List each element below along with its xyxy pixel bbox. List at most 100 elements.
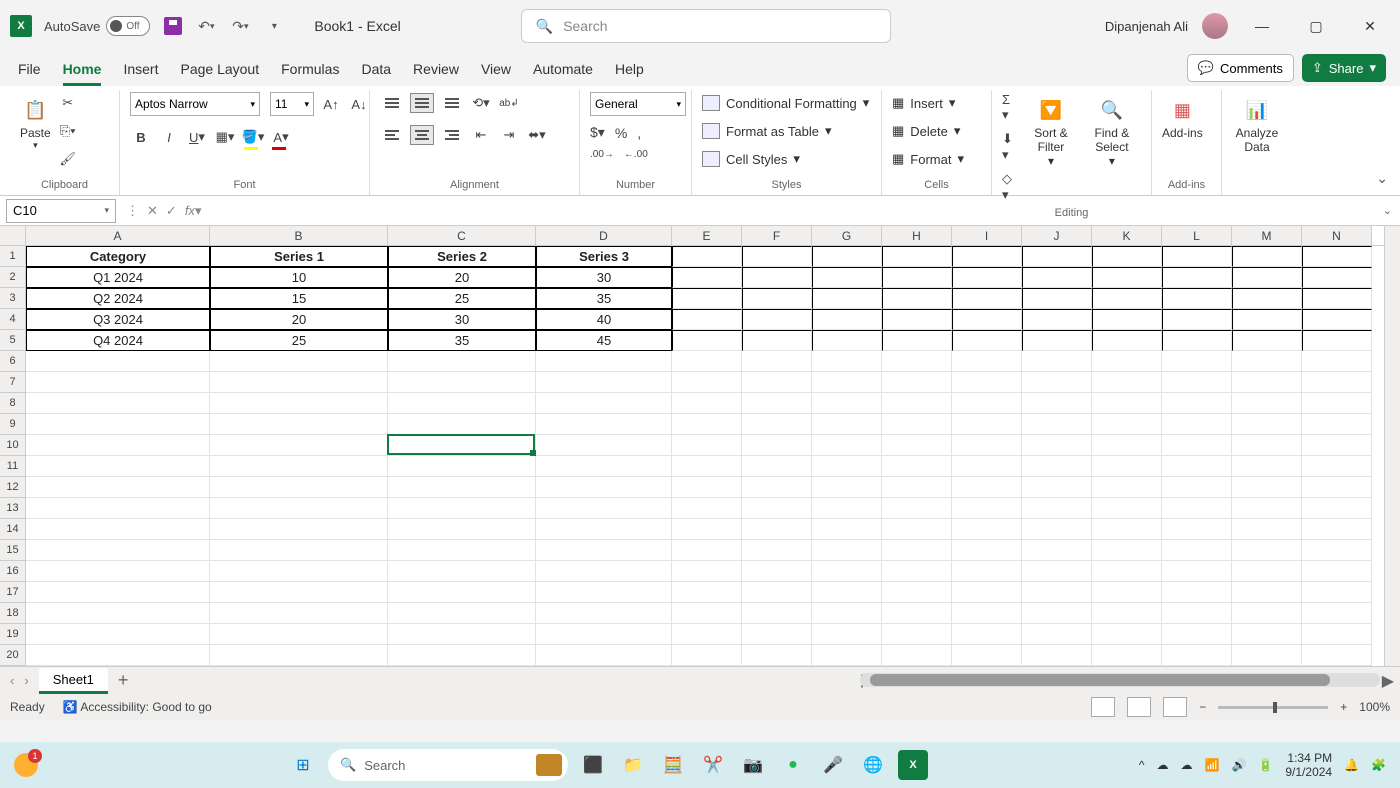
cell[interactable] (388, 351, 536, 372)
cell[interactable] (1302, 603, 1372, 624)
row-header[interactable]: 10 (0, 435, 26, 456)
enter-formula-icon[interactable]: ✓ (166, 203, 177, 219)
cell[interactable] (882, 414, 952, 435)
cell[interactable] (812, 645, 882, 666)
cell[interactable] (952, 624, 1022, 645)
cell[interactable] (742, 267, 812, 288)
orientation-button[interactable]: ⟲▾ (470, 92, 492, 114)
cell[interactable] (1092, 624, 1162, 645)
chrome-icon[interactable]: 🌐 (858, 750, 888, 780)
borders-button[interactable]: ▦▾ (214, 126, 236, 148)
cell[interactable] (882, 603, 952, 624)
cell[interactable] (1302, 540, 1372, 561)
cell[interactable] (952, 519, 1022, 540)
cell[interactable] (952, 561, 1022, 582)
cell[interactable] (672, 351, 742, 372)
row-header[interactable]: 15 (0, 540, 26, 561)
cell[interactable] (536, 372, 672, 393)
sort-filter-button[interactable]: 🔽Sort & Filter▾ (1025, 92, 1077, 168)
cell[interactable] (210, 393, 388, 414)
row-header[interactable]: 2 (0, 267, 26, 288)
increase-indent-button[interactable]: ⇥ (498, 124, 520, 146)
cell[interactable] (952, 351, 1022, 372)
cell[interactable] (536, 414, 672, 435)
cell[interactable] (882, 246, 952, 267)
cell[interactable] (1022, 540, 1092, 561)
cell[interactable] (1232, 393, 1302, 414)
cell[interactable] (1092, 246, 1162, 267)
cell[interactable] (882, 624, 952, 645)
cut-button[interactable]: ✂ (57, 92, 79, 114)
redo-button[interactable]: ↷▾ (230, 16, 250, 36)
cell[interactable] (210, 456, 388, 477)
cell[interactable] (1022, 309, 1092, 330)
cell[interactable] (388, 540, 536, 561)
cell[interactable] (210, 603, 388, 624)
cell[interactable] (1092, 330, 1162, 351)
page-break-view-button[interactable] (1163, 697, 1187, 717)
cell[interactable] (1092, 540, 1162, 561)
cell[interactable]: 10 (210, 267, 388, 288)
cell[interactable] (952, 330, 1022, 351)
increase-decimal-button[interactable]: .00→ (590, 149, 614, 160)
tab-automate[interactable]: Automate (533, 61, 593, 86)
cell[interactable] (812, 330, 882, 351)
row-header[interactable]: 16 (0, 561, 26, 582)
cell[interactable] (1022, 456, 1092, 477)
cell[interactable] (1022, 582, 1092, 603)
cell[interactable] (1162, 309, 1232, 330)
cell[interactable] (388, 582, 536, 603)
increase-font-button[interactable]: A↑ (320, 93, 342, 115)
cell[interactable] (952, 246, 1022, 267)
tab-page-layout[interactable]: Page Layout (180, 61, 259, 86)
cell[interactable] (742, 309, 812, 330)
row-header[interactable]: 17 (0, 582, 26, 603)
cell[interactable] (1162, 351, 1232, 372)
cell[interactable] (1232, 246, 1302, 267)
cell[interactable] (26, 498, 210, 519)
zoom-level[interactable]: 100% (1359, 700, 1390, 714)
cell[interactable] (812, 624, 882, 645)
cell[interactable] (1302, 435, 1372, 456)
spotify-icon[interactable]: ● (778, 750, 808, 780)
cell[interactable] (1092, 519, 1162, 540)
percent-button[interactable]: % (615, 125, 627, 141)
cell[interactable] (388, 603, 536, 624)
column-header[interactable]: A (26, 226, 210, 245)
cell[interactable] (1232, 414, 1302, 435)
horizontal-scrollbar[interactable] (860, 673, 1380, 687)
cell[interactable] (882, 288, 952, 309)
snipping-tool-icon[interactable]: ✂️ (698, 750, 728, 780)
cell[interactable] (742, 330, 812, 351)
delete-cells-button[interactable]: ▦ Delete ▾ (892, 120, 960, 142)
align-left-button[interactable] (380, 125, 404, 145)
cell[interactable] (388, 477, 536, 498)
tab-data[interactable]: Data (361, 61, 391, 86)
cell[interactable] (1092, 582, 1162, 603)
column-header[interactable]: C (388, 226, 536, 245)
cell[interactable] (1162, 372, 1232, 393)
cell-styles-button[interactable]: Cell Styles ▾ (702, 148, 800, 170)
accessibility-status[interactable]: ♿ Accessibility: Good to go (63, 700, 212, 714)
conditional-formatting-button[interactable]: Conditional Formatting ▾ (702, 92, 869, 114)
column-header[interactable]: F (742, 226, 812, 245)
cell[interactable] (742, 477, 812, 498)
cell[interactable] (536, 582, 672, 603)
sheet-tab[interactable]: Sheet1 (39, 668, 108, 694)
cell[interactable] (742, 540, 812, 561)
cell[interactable] (1162, 267, 1232, 288)
cell[interactable] (536, 351, 672, 372)
cell[interactable] (1022, 519, 1092, 540)
cell[interactable]: 35 (388, 330, 536, 351)
cell[interactable] (388, 414, 536, 435)
column-header[interactable]: K (1092, 226, 1162, 245)
cell[interactable] (742, 456, 812, 477)
weather-icon[interactable]: ☁ (1157, 758, 1169, 772)
cell[interactable] (210, 540, 388, 561)
cell[interactable] (1022, 435, 1092, 456)
select-all-corner[interactable] (0, 226, 26, 245)
cell[interactable] (1162, 456, 1232, 477)
cell[interactable] (742, 645, 812, 666)
namebox-more-icon[interactable]: ⋮ (126, 203, 139, 219)
cell[interactable] (1232, 330, 1302, 351)
